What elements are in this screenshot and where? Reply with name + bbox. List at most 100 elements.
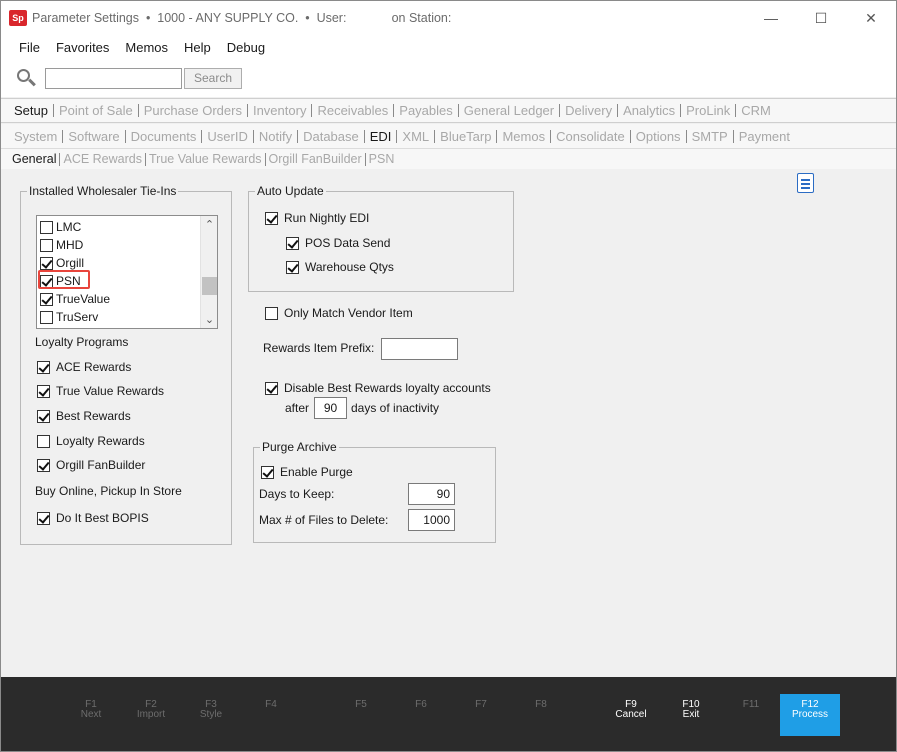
main-tab-receivables[interactable]: Receivables: [312, 103, 393, 118]
f8-key-button[interactable]: F8: [511, 694, 571, 736]
main-tab-analytics[interactable]: Analytics: [618, 103, 680, 118]
disable-best-rewards-checkbox[interactable]: [265, 381, 278, 395]
run-nightly-edi[interactable]: Run Nightly EDI: [265, 211, 369, 225]
f6-key-button[interactable]: F6: [391, 694, 451, 736]
wholesaler-checkbox-orgill[interactable]: [40, 256, 53, 270]
disable-best-rewards[interactable]: Disable Best Rewards loyalty accounts: [265, 381, 491, 395]
do-it-best-bopis-checkbox[interactable]: [37, 511, 50, 525]
days-to-keep-input[interactable]: 90: [408, 483, 455, 505]
menu-help[interactable]: Help: [176, 40, 219, 55]
f3-key-button[interactable]: F3 Style: [181, 694, 241, 736]
main-tab-purchase-orders[interactable]: Purchase Orders: [139, 103, 247, 118]
fkey-number: F5: [355, 699, 367, 710]
f10-key-button[interactable]: F10 Exit: [661, 694, 721, 736]
main-tab-point-of-sale[interactable]: Point of Sale: [54, 103, 138, 118]
menu-file[interactable]: File: [11, 40, 48, 55]
loyalty-ace-rewards[interactable]: ACE Rewards: [37, 360, 131, 374]
edi-tab-orgill-fanbuilder[interactable]: Orgill FanBuilder: [266, 152, 365, 166]
setup-tab-database[interactable]: Database: [298, 129, 364, 144]
f5-key-button[interactable]: F5: [331, 694, 391, 736]
wholesaler-item-mhd[interactable]: MHD: [40, 236, 83, 254]
do-it-best-bopis-label: Do It Best BOPIS: [56, 511, 149, 525]
setup-tab-memos[interactable]: Memos: [497, 129, 550, 144]
scroll-thumb[interactable]: [202, 277, 217, 295]
run-nightly-edi-checkbox[interactable]: [265, 211, 278, 225]
f12-key-button[interactable]: F12 Process: [780, 694, 840, 736]
loyalty-rewards-checkbox[interactable]: [37, 434, 50, 448]
main-tab-setup[interactable]: Setup: [9, 103, 53, 118]
warehouse-qtys[interactable]: Warehouse Qtys: [286, 260, 394, 274]
setup-tab-xml[interactable]: XML: [397, 129, 434, 144]
wholesaler-checkbox-truserv[interactable]: [40, 310, 53, 324]
main-tab-delivery[interactable]: Delivery: [560, 103, 617, 118]
setup-tab-payment[interactable]: Payment: [734, 129, 795, 144]
wholesaler-listbox[interactable]: LMC MHD Orgill PSN TrueValue TruServ ⌃ ⌄: [36, 215, 218, 329]
search-input[interactable]: [45, 67, 182, 89]
menu-debug[interactable]: Debug: [219, 40, 273, 55]
f4-key-button[interactable]: F4: [241, 694, 301, 736]
loyalty-orgill-fanbuilder[interactable]: Orgill FanBuilder: [37, 458, 145, 472]
setup-tab-bluetarp[interactable]: BlueTarp: [435, 129, 496, 144]
edi-tab-ace-rewards[interactable]: ACE Rewards: [60, 152, 145, 166]
wholesaler-item-truevalue[interactable]: TrueValue: [40, 290, 110, 308]
setup-tab-notify[interactable]: Notify: [254, 129, 297, 144]
ace-rewards-checkbox[interactable]: [37, 360, 50, 374]
f2-key-button[interactable]: F2 Import: [121, 694, 181, 736]
warehouse-qtys-checkbox[interactable]: [286, 260, 299, 274]
scroll-down-icon[interactable]: ⌄: [201, 311, 217, 328]
main-tab-prolink[interactable]: ProLink: [681, 103, 735, 118]
wholesaler-item-truserv[interactable]: TruServ: [40, 308, 98, 326]
setup-tab-userid[interactable]: UserID: [202, 129, 252, 144]
ace-rewards-label: ACE Rewards: [56, 360, 132, 374]
minimize-button[interactable]: —: [746, 1, 796, 35]
wholesaler-checkbox-truevalue[interactable]: [40, 292, 53, 306]
f1-key-button[interactable]: F1 Next: [61, 694, 121, 736]
setup-tab-smtp[interactable]: SMTP: [687, 129, 733, 144]
enable-purge-checkbox[interactable]: [261, 465, 274, 479]
maximize-button[interactable]: ☐: [796, 1, 846, 35]
loyalty-loyalty-rewards[interactable]: Loyalty Rewards: [37, 434, 145, 448]
inactivity-days-input[interactable]: 90: [314, 397, 347, 419]
setup-tab-edi[interactable]: EDI: [365, 129, 397, 144]
f9-key-button[interactable]: F9 Cancel: [601, 694, 661, 736]
setup-tab-options[interactable]: Options: [631, 129, 686, 144]
only-match-vendor-item-checkbox[interactable]: [265, 306, 278, 320]
f7-key-button[interactable]: F7: [451, 694, 511, 736]
main-tab-inventory[interactable]: Inventory: [248, 103, 311, 118]
best-rewards-checkbox[interactable]: [37, 409, 50, 423]
wholesaler-label: Orgill: [56, 256, 85, 270]
setup-tab-documents[interactable]: Documents: [126, 129, 202, 144]
loyalty-best-rewards[interactable]: Best Rewards: [37, 409, 131, 423]
menu-favorites[interactable]: Favorites: [48, 40, 117, 55]
only-match-vendor-item[interactable]: Only Match Vendor Item: [265, 306, 413, 320]
main-tab-payables[interactable]: Payables: [394, 103, 457, 118]
main-tab-general-ledger[interactable]: General Ledger: [459, 103, 559, 118]
wholesaler-checkbox-lmc[interactable]: [40, 220, 53, 234]
edi-tab-true-value-rewards[interactable]: True Value Rewards: [146, 152, 265, 166]
enable-purge[interactable]: Enable Purge: [261, 465, 353, 479]
loyalty-true-value-rewards[interactable]: True Value Rewards: [37, 384, 164, 398]
wholesaler-item-lmc[interactable]: LMC: [40, 218, 81, 236]
close-button[interactable]: ✕: [846, 1, 896, 35]
setup-tab-software[interactable]: Software: [63, 129, 124, 144]
true-value-rewards-checkbox[interactable]: [37, 384, 50, 398]
rewards-item-prefix-input[interactable]: [381, 338, 458, 360]
pos-data-send[interactable]: POS Data Send: [286, 236, 390, 250]
app-logo: Sp: [9, 10, 27, 26]
scroll-up-icon[interactable]: ⌃: [201, 216, 217, 233]
setup-tab-consolidate[interactable]: Consolidate: [551, 129, 630, 144]
f11-key-button[interactable]: F11: [721, 694, 781, 736]
edi-tab-psn[interactable]: PSN: [366, 152, 398, 166]
pos-data-send-checkbox[interactable]: [286, 236, 299, 250]
bopis-do-it-best[interactable]: Do It Best BOPIS: [37, 511, 149, 525]
setup-tab-system[interactable]: System: [9, 129, 62, 144]
wholesaler-checkbox-mhd[interactable]: [40, 238, 53, 252]
search-button[interactable]: Search: [184, 67, 242, 89]
edi-tab-general[interactable]: General: [9, 152, 59, 166]
max-files-input[interactable]: 1000: [408, 509, 455, 531]
main-tab-crm[interactable]: CRM: [736, 103, 776, 118]
orgill-fanbuilder-checkbox[interactable]: [37, 458, 50, 472]
document-list-icon[interactable]: [797, 173, 814, 193]
wholesaler-scrollbar[interactable]: ⌃ ⌄: [200, 216, 217, 328]
menu-memos[interactable]: Memos: [117, 40, 176, 55]
